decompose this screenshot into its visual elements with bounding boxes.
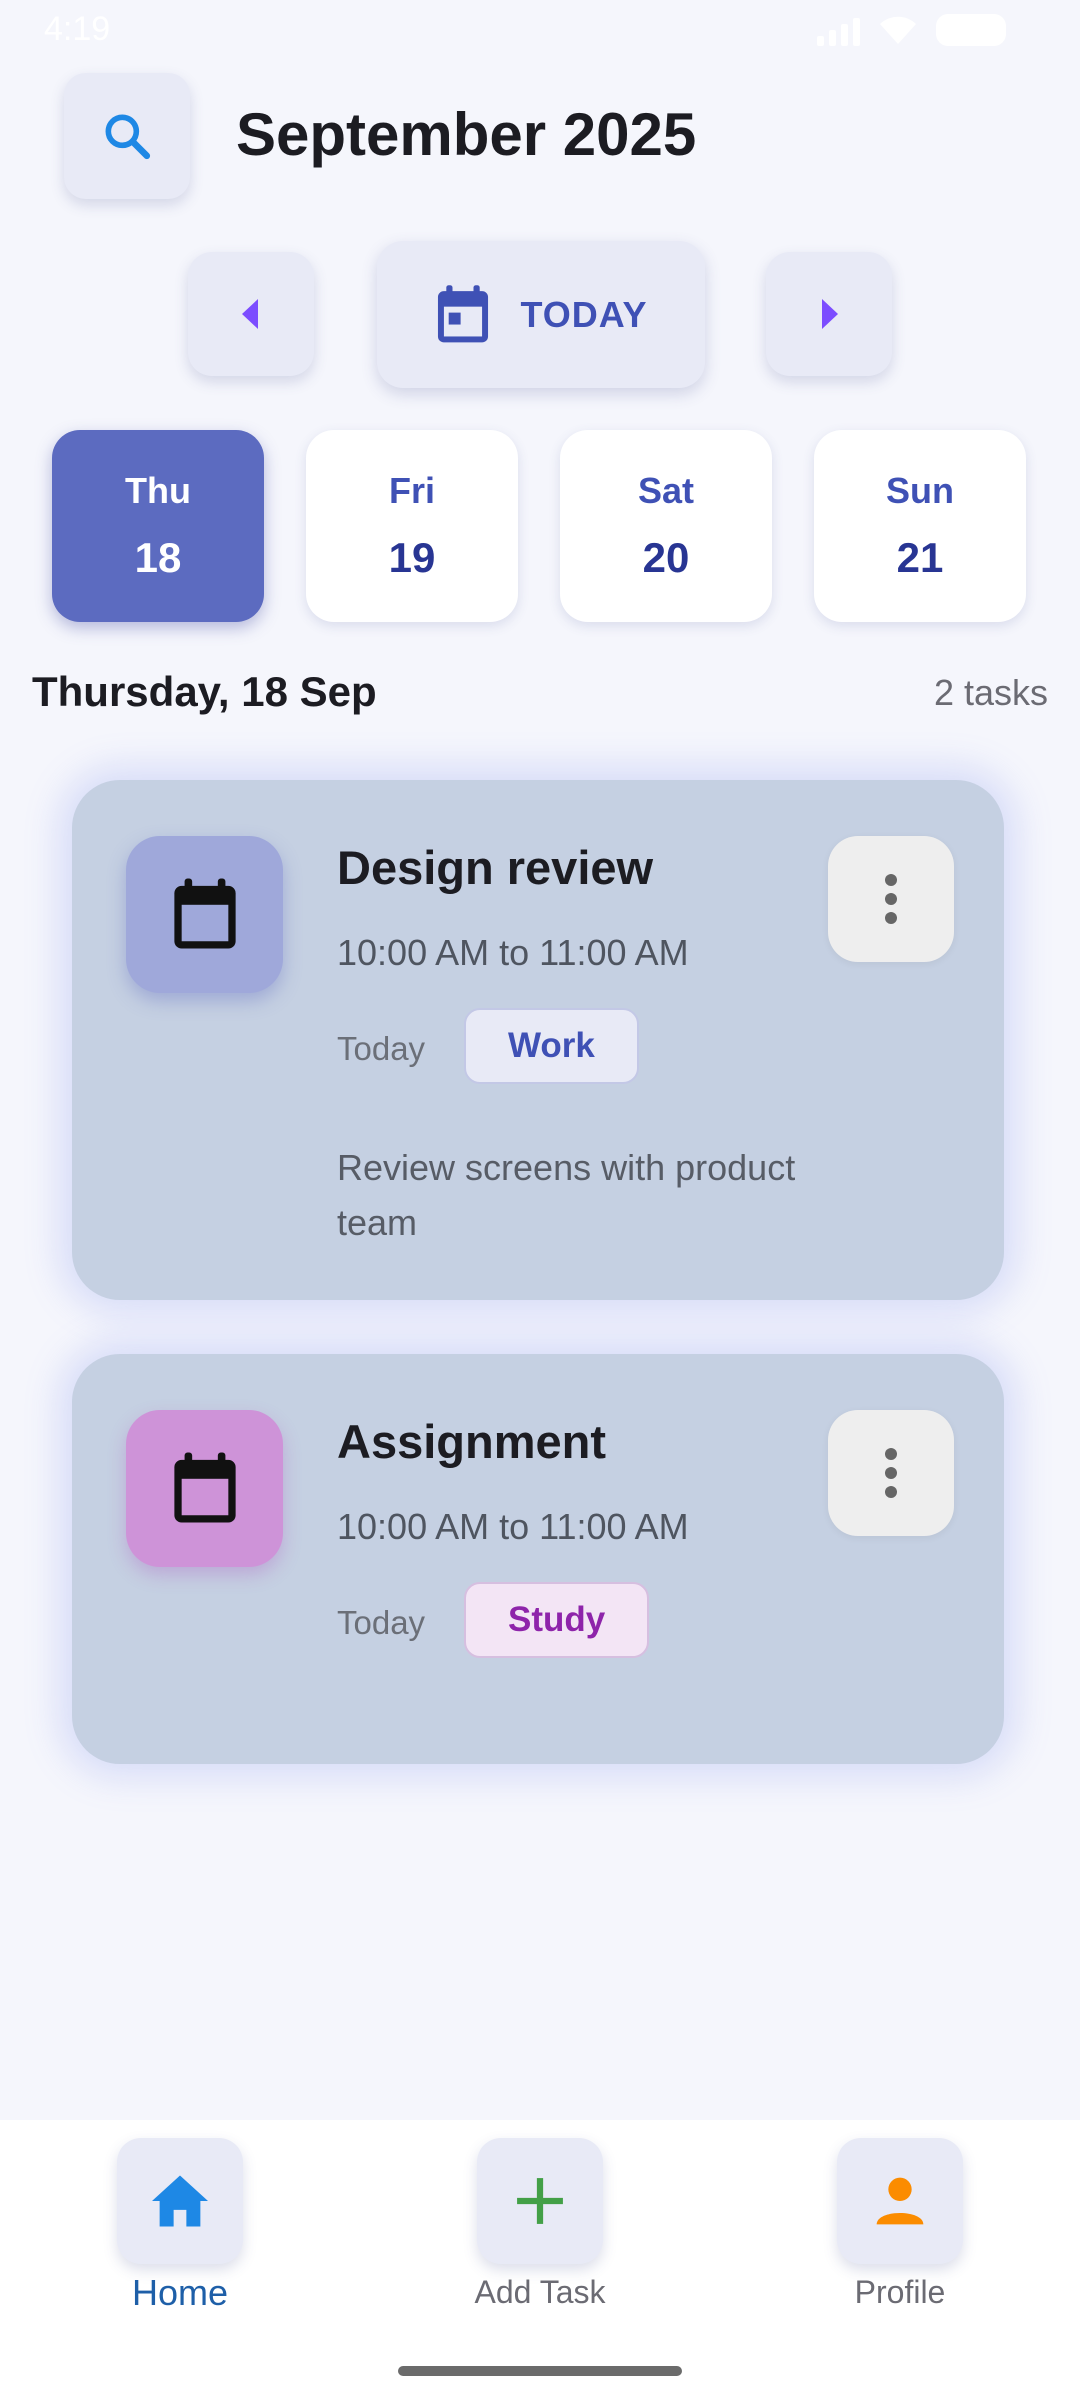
home-indicator[interactable] [398,2366,682,2376]
app-screen: 4:19 September 2025 TODAY Thu 18 Fri 19 … [0,0,1080,2400]
task-icon-box [126,836,283,993]
day-name: Fri [388,470,435,511]
task-date: Today [337,1030,426,1067]
task-count: 2 tasks [933,672,1048,713]
battery-icon [936,14,1006,46]
day-number: 18 [134,534,182,581]
today-label: TODAY [520,293,648,335]
day-name: Thu [125,470,191,511]
status-icons [817,14,1006,46]
day-card-sun[interactable]: Sun 21 [814,430,1026,622]
arrow-left-icon [242,299,258,329]
task-tag-work: Work [464,1008,639,1084]
nav-label-profile: Profile [854,2274,946,2310]
task-title: Assignment [337,1415,606,1468]
person-icon [876,2177,924,2225]
task-card-design-review[interactable]: Design review 10:00 AM to 11:00 AM Today… [72,780,1004,1300]
nav-item-add-task[interactable]: Add Task [450,2138,630,2311]
add-icon-box [477,2138,603,2264]
day-card-thu[interactable]: Thu 18 [52,430,264,622]
nav-label-add-task: Add Task [474,2274,606,2310]
task-title: Design review [337,841,654,894]
calendar-icon [173,878,236,949]
signal-icon [817,14,860,46]
day-name: Sat [637,470,695,511]
nav-item-home[interactable]: Home [90,2138,270,2314]
plus-icon [517,2178,563,2224]
task-card-assignment[interactable]: Assignment 10:00 AM to 11:00 AM Today St… [72,1354,1004,1764]
status-bar: 4:19 [0,0,1080,60]
more-options-button[interactable] [828,836,954,962]
profile-icon-box [837,2138,963,2264]
page-title: September 2025 [236,101,697,168]
wifi-icon [880,16,916,44]
arrow-right-icon [822,299,838,329]
task-time: 10:00 AM to 11:00 AM [337,1506,689,1547]
next-week-button[interactable] [766,252,892,376]
day-number: 20 [642,534,690,581]
search-button[interactable] [64,73,190,199]
bottom-navigation: Home Add Task Profile [0,2120,1080,2400]
previous-week-button[interactable] [188,252,314,376]
calendar-icon [438,284,489,342]
status-time: 4:19 [44,10,111,48]
day-number: 21 [896,534,944,581]
task-note: Review screens with product team [337,1147,796,1243]
task-icon-box [126,1410,283,1567]
nav-item-profile[interactable]: Profile [810,2138,990,2311]
selected-date-heading: Thursday, 18 Sep [32,668,377,715]
day-strip: Thu 18 Fri 19 Sat 20 Sun 21 [52,430,1028,622]
task-tag-study: Study [464,1582,650,1658]
task-date: Today [337,1604,426,1641]
home-icon [152,2175,208,2227]
home-icon-box [117,2138,243,2264]
more-vert-icon [885,874,897,924]
day-card-sat[interactable]: Sat 20 [560,430,772,622]
today-button[interactable]: TODAY [377,241,705,388]
task-time: 10:00 AM to 11:00 AM [337,932,689,973]
more-vert-icon [885,1448,897,1498]
nav-label-home: Home [131,2272,229,2313]
search-icon [105,114,151,160]
day-number: 19 [388,534,436,581]
day-card-fri[interactable]: Fri 19 [306,430,518,622]
calendar-icon [173,1452,236,1523]
day-name: Sun [886,470,954,511]
more-options-button[interactable] [828,1410,954,1536]
